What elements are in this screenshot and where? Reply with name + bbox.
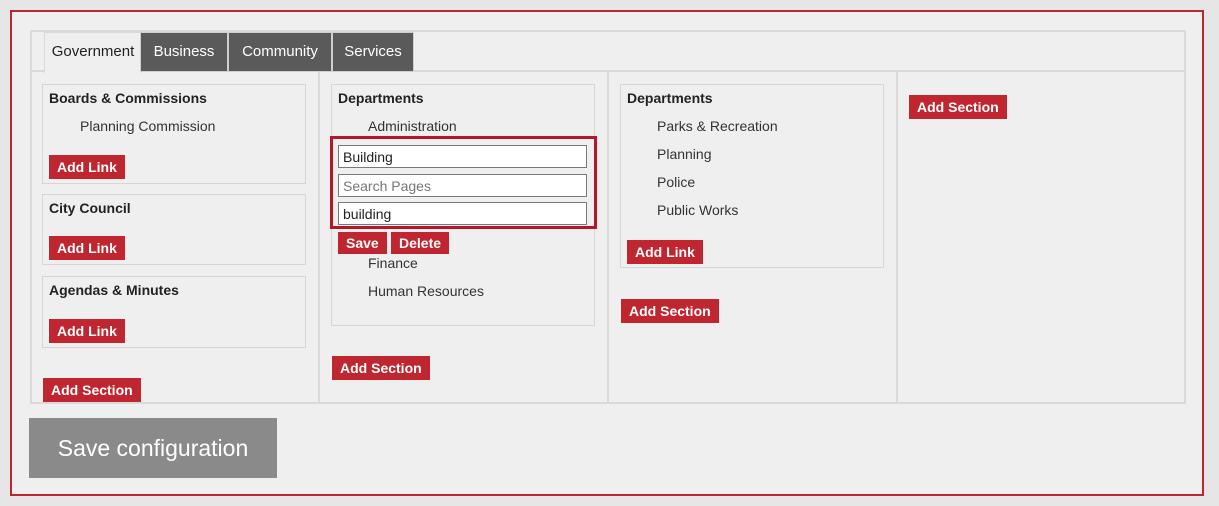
link-administration[interactable]: Administration xyxy=(368,118,457,134)
add-section-button[interactable]: Add Section xyxy=(909,95,1007,119)
add-section-button[interactable]: Add Section xyxy=(332,356,430,380)
link-title-input[interactable] xyxy=(338,145,587,168)
section-city-council: City Council Add Link xyxy=(42,194,306,265)
search-pages-input[interactable] xyxy=(338,174,587,197)
section-departments: Departments Parks & Recreation Planning … xyxy=(620,84,884,268)
tab-government[interactable]: Government xyxy=(44,32,142,74)
column-4: Add Section xyxy=(898,72,1186,404)
add-section-button[interactable]: Add Section xyxy=(621,299,719,323)
menu-tabs-container: Government Business Community Services B… xyxy=(30,30,1186,404)
link-police[interactable]: Police xyxy=(657,174,695,190)
tab-community[interactable]: Community xyxy=(228,32,332,72)
link-planning-commission[interactable]: Planning Commission xyxy=(80,118,215,134)
column-1: Boards & Commissions Planning Commission… xyxy=(32,72,320,404)
link-public-works[interactable]: Public Works xyxy=(657,202,738,218)
section-title: Departments xyxy=(627,90,713,106)
section-title: Agendas & Minutes xyxy=(49,282,179,298)
add-link-button[interactable]: Add Link xyxy=(49,155,125,179)
tab-business[interactable]: Business xyxy=(140,32,228,72)
tab-bar: Government Business Community Services xyxy=(32,32,1184,74)
configuration-frame: Government Business Community Services B… xyxy=(10,10,1204,496)
section-title: Departments xyxy=(338,90,424,106)
section-title: City Council xyxy=(49,200,131,216)
section-agendas-minutes: Agendas & Minutes Add Link xyxy=(42,276,306,348)
section-departments: Departments Administration Save Delete F… xyxy=(330,84,597,326)
column-3: Departments Parks & Recreation Planning … xyxy=(609,72,898,404)
save-link-button[interactable]: Save xyxy=(338,232,387,254)
link-finance[interactable]: Finance xyxy=(368,255,418,271)
add-link-button[interactable]: Add Link xyxy=(627,240,703,264)
link-planning[interactable]: Planning xyxy=(657,146,712,162)
section-boards-commissions: Boards & Commissions Planning Commission… xyxy=(42,84,306,184)
save-configuration-button[interactable]: Save configuration xyxy=(29,418,277,478)
add-link-button[interactable]: Add Link xyxy=(49,319,125,343)
tab-services[interactable]: Services xyxy=(332,32,414,72)
add-section-button[interactable]: Add Section xyxy=(43,378,141,402)
link-editor xyxy=(330,136,597,229)
add-link-button[interactable]: Add Link xyxy=(49,236,125,260)
link-url-input[interactable] xyxy=(338,202,587,225)
link-parks-recreation[interactable]: Parks & Recreation xyxy=(657,118,778,134)
link-human-resources[interactable]: Human Resources xyxy=(368,283,484,299)
delete-link-button[interactable]: Delete xyxy=(391,232,450,254)
section-title: Boards & Commissions xyxy=(49,90,207,106)
column-2: Departments Administration Save Delete F… xyxy=(320,72,609,404)
